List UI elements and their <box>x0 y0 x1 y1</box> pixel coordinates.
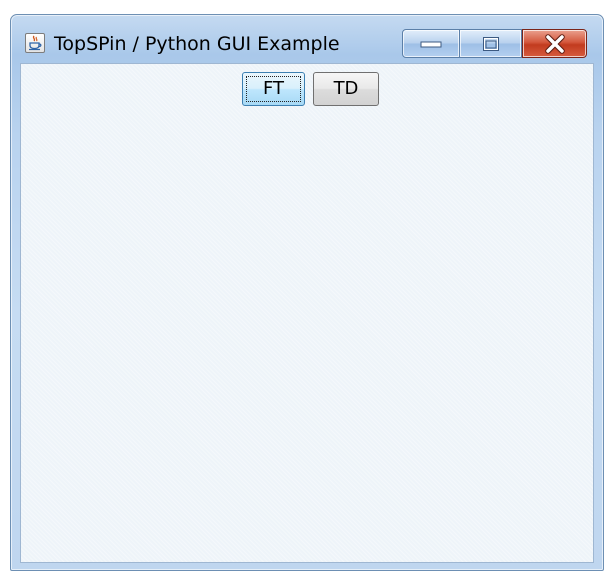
minimize-icon <box>420 41 442 47</box>
td-button-label: TD <box>333 78 359 99</box>
maximize-icon <box>482 36 499 51</box>
ft-button[interactable]: FT <box>242 72 305 106</box>
td-button[interactable]: TD <box>313 72 379 106</box>
close-icon <box>544 33 565 54</box>
content-panel: FT TD <box>20 63 594 563</box>
maximize-button[interactable] <box>460 29 522 58</box>
title-bar[interactable]: TopSPin / Python GUI Example <box>11 15 603 63</box>
close-button[interactable] <box>522 29 587 58</box>
ft-button-label: FT <box>262 78 285 99</box>
minimize-button[interactable] <box>402 29 460 58</box>
app-window: TopSPin / Python GUI Example FT TD <box>10 14 604 571</box>
window-title: TopSPin / Python GUI Example <box>54 33 340 55</box>
java-coffee-cup-icon[interactable] <box>25 33 45 53</box>
